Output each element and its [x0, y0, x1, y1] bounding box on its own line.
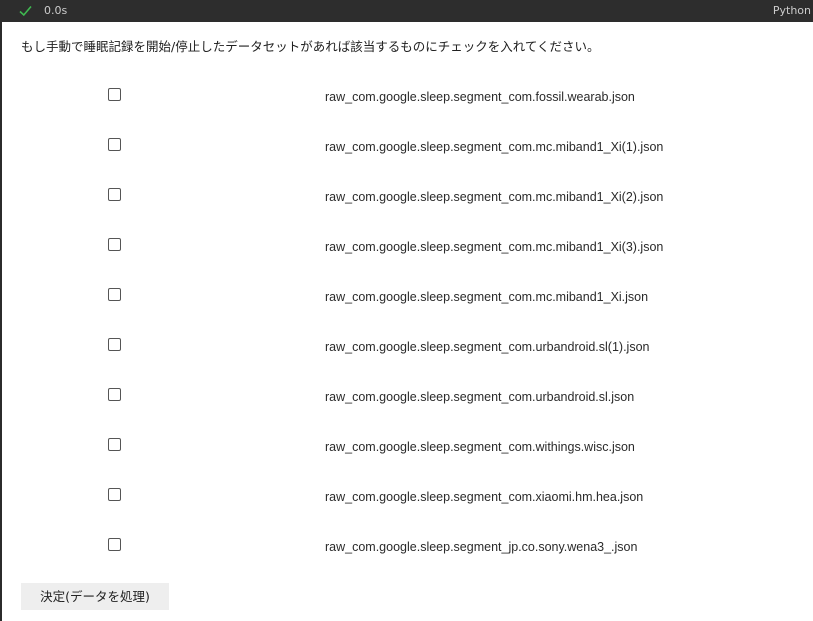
file-checkbox[interactable] [108, 538, 121, 551]
file-label: raw_com.google.sleep.segment_com.urbandr… [325, 390, 635, 404]
file-checkbox[interactable] [108, 388, 121, 401]
file-label: raw_com.google.sleep.segment_com.fossil.… [325, 90, 635, 104]
file-label: raw_com.google.sleep.segment_com.mc.miba… [325, 290, 649, 304]
file-checkbox[interactable] [108, 188, 121, 201]
file-checkbox[interactable] [108, 138, 121, 151]
check-icon [19, 5, 32, 17]
list-item: raw_com.google.sleep.segment_jp.co.sony.… [0, 522, 813, 572]
notebook-output-cell: 0.0s Python もし手動で睡眠記録を開始/停止したデータセットがあれば該… [0, 0, 813, 621]
kernel-label[interactable]: Python [773, 4, 811, 18]
submit-button[interactable]: 決定(データを処理) [21, 583, 169, 610]
list-item: raw_com.google.sleep.segment_com.withing… [0, 422, 813, 472]
file-checkbox[interactable] [108, 288, 121, 301]
file-label: raw_com.google.sleep.segment_com.urbandr… [325, 340, 650, 354]
list-item: raw_com.google.sleep.segment_com.mc.miba… [0, 272, 813, 322]
file-checkbox[interactable] [108, 438, 121, 451]
list-item: raw_com.google.sleep.segment_com.mc.miba… [0, 172, 813, 222]
file-checkbox[interactable] [108, 338, 121, 351]
file-label: raw_com.google.sleep.segment_com.withing… [325, 440, 635, 454]
file-label: raw_com.google.sleep.segment_com.xiaomi.… [325, 490, 644, 504]
list-item: raw_com.google.sleep.segment_com.xiaomi.… [0, 472, 813, 522]
file-checkbox[interactable] [108, 88, 121, 101]
list-item: raw_com.google.sleep.segment_com.urbandr… [0, 372, 813, 422]
file-label: raw_com.google.sleep.segment_com.mc.miba… [325, 140, 664, 154]
list-item: raw_com.google.sleep.segment_com.fossil.… [0, 72, 813, 122]
file-checkbox[interactable] [108, 238, 121, 251]
list-item: raw_com.google.sleep.segment_com.urbandr… [0, 322, 813, 372]
file-label: raw_com.google.sleep.segment_com.mc.miba… [325, 240, 664, 254]
file-checkbox[interactable] [108, 488, 121, 501]
file-checkbox-list: raw_com.google.sleep.segment_com.fossil.… [0, 72, 813, 572]
list-item: raw_com.google.sleep.segment_com.mc.miba… [0, 122, 813, 172]
cell-status-bar: 0.0s Python [0, 0, 813, 22]
file-label: raw_com.google.sleep.segment_com.mc.miba… [325, 190, 664, 204]
instruction-text: もし手動で睡眠記録を開始/停止したデータセットがあれば該当するものにチェックを入… [21, 39, 600, 54]
list-item: raw_com.google.sleep.segment_com.mc.miba… [0, 222, 813, 272]
execution-time: 0.0s [44, 4, 68, 17]
file-label: raw_com.google.sleep.segment_jp.co.sony.… [325, 540, 638, 554]
